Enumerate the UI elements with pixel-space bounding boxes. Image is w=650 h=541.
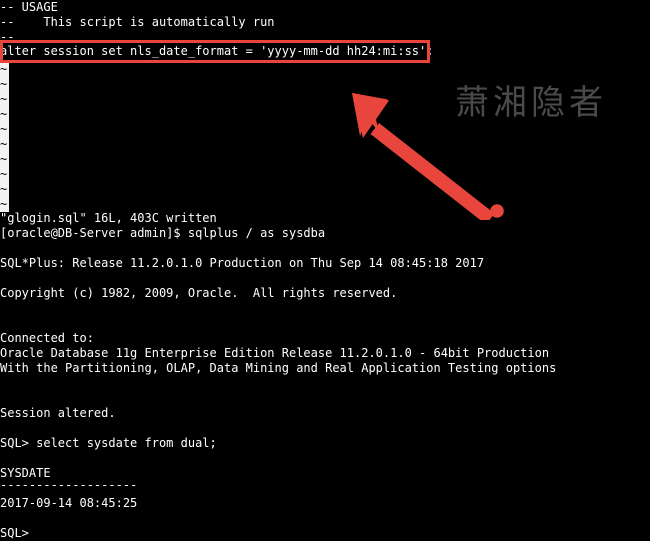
sqlplus-connected-label: Connected to: [0, 331, 94, 345]
shell-prompt-line: [oracle@DB-Server admin]$ sqlplus / as s… [0, 226, 326, 240]
sqlplus-query-line: SQL> select sysdate from dual; [0, 436, 217, 450]
vim-tilde-marker: ~ [0, 62, 8, 76]
vim-tilde-marker: ~ [0, 137, 8, 151]
vim-tilde-marker: ~ [0, 197, 8, 211]
sqlplus-db-version-line: Oracle Database 11g Enterprise Edition R… [0, 346, 550, 360]
vim-tilde-marker: ~ [0, 77, 8, 91]
sqlplus-session-altered: Session altered. [0, 406, 116, 420]
vim-alter-session-line: alter session set nls_date_format = 'yyy… [0, 44, 434, 58]
vim-line-2: -- This script is automatically run [0, 15, 275, 29]
vim-tilde-marker: ~ [0, 92, 8, 106]
watermark-text: 萧湘隐者 [455, 83, 607, 123]
vim-tilde-marker: ~ [0, 122, 8, 136]
sqlplus-db-options-line: With the Partitioning, OLAP, Data Mining… [0, 361, 557, 375]
vim-line-3: -- [0, 30, 15, 44]
sqlplus-result-value: 2017-09-14 08:45:25 [0, 496, 138, 510]
sqlplus-result-separator: ------------------- [0, 478, 138, 492]
sqlplus-banner-release: SQL*Plus: Release 11.2.0.1.0 Production … [0, 256, 485, 270]
vim-tilde-column: ~ ~ ~ ~ ~ ~ ~ ~ ~ ~ [0, 62, 9, 212]
vim-tilde-marker: ~ [0, 107, 8, 121]
sqlplus-final-prompt[interactable]: SQL> [0, 526, 29, 541]
vim-write-status-line: "glogin.sql" 16L, 403C written [0, 211, 217, 225]
vim-tilde-marker: ~ [0, 182, 8, 196]
terminal-screen[interactable]: -- USAGE -- This script is automatically… [0, 0, 650, 541]
vim-tilde-marker: ~ [0, 152, 8, 166]
vim-line-1: -- USAGE [0, 0, 58, 14]
vim-tilde-marker: ~ [0, 167, 8, 181]
sqlplus-banner-copyright: Copyright (c) 1982, 2009, Oracle. All ri… [0, 286, 398, 300]
